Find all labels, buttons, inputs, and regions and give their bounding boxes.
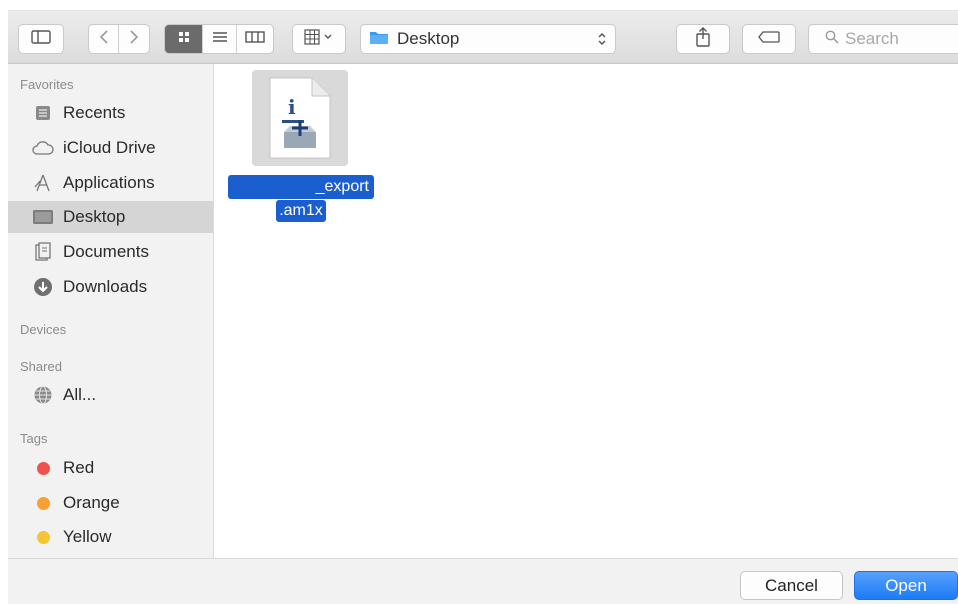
list-view-button[interactable] (203, 25, 237, 53)
column-view-icon (245, 30, 265, 49)
red-tag-dot-icon (37, 461, 50, 475)
sidebar-item-icloud-drive[interactable]: iCloud Drive (8, 132, 213, 164)
group-by-button[interactable] (292, 24, 346, 54)
devices-section-title: Devices (20, 322, 67, 337)
sidebar-item-shared-all[interactable]: All... (8, 379, 213, 411)
sidebar-item-desktop[interactable]: Desktop (8, 201, 213, 233)
sidebar-item-label: Downloads (63, 277, 148, 296)
sidebar: Favorites Recents iCloud Drive Applicati… (8, 64, 214, 558)
chevron-updown-icon (597, 30, 607, 53)
documents-icon (32, 242, 54, 262)
file-name-line1: _export (228, 175, 374, 199)
back-icon (99, 29, 109, 50)
file-browser-content: i _export .am1x (214, 64, 958, 558)
sidebar-toggle-button[interactable] (18, 24, 64, 54)
search-input[interactable] (845, 29, 955, 49)
downloads-icon (32, 277, 54, 297)
share-button[interactable] (676, 24, 730, 54)
document-import-icon: i (264, 76, 336, 165)
sidebar-item-label: Red (63, 458, 95, 477)
sidebar-item-label: Documents (63, 242, 149, 261)
yellow-tag-dot-icon (37, 530, 50, 544)
location-popup[interactable]: Desktop (360, 24, 616, 54)
list-view-icon (212, 30, 228, 49)
sidebar-item-tag-red[interactable]: Red (8, 452, 213, 484)
column-view-button[interactable] (237, 25, 273, 53)
svg-text:i: i (288, 95, 296, 119)
recents-icon (32, 103, 54, 123)
file-name-line2: .am1x (276, 200, 326, 222)
sidebar-item-label: Desktop (63, 207, 126, 226)
orange-tag-dot-icon (37, 496, 50, 510)
tag-button[interactable] (742, 24, 796, 54)
group-icon (302, 28, 336, 50)
tag-icon (757, 30, 781, 49)
forward-button[interactable] (119, 25, 149, 53)
back-forward-control (88, 24, 150, 54)
cloud-icon (32, 138, 54, 158)
open-file-dialog: Desktop Favorites Recents iCloud Drive A… (8, 10, 958, 604)
dialog-footer: Cancel Open (8, 558, 958, 604)
forward-icon (129, 29, 139, 50)
file-thumbnail: i (252, 70, 348, 166)
sidebar-item-label: Recents (63, 103, 126, 122)
search-icon (825, 30, 839, 49)
network-icon (32, 385, 54, 405)
cancel-button[interactable]: Cancel (740, 571, 843, 600)
sidebar-item-label: Orange (63, 493, 120, 512)
sidebar-item-applications[interactable]: Applications (8, 167, 213, 199)
location-label: Desktop (397, 29, 460, 48)
applications-icon (32, 173, 54, 193)
sidebar-item-label: Yellow (63, 527, 112, 546)
view-mode-control (164, 24, 274, 54)
shared-section-title: Shared (20, 359, 62, 374)
sidebar-toggle-icon (31, 29, 51, 50)
sidebar-item-label: All... (63, 385, 97, 404)
tags-section-title: Tags (20, 431, 48, 446)
sidebar-item-downloads[interactable]: Downloads (8, 271, 213, 303)
icon-view-button[interactable] (165, 25, 203, 53)
sidebar-item-tag-yellow[interactable]: Yellow (8, 521, 213, 553)
back-button[interactable] (89, 25, 119, 53)
sidebar-item-recents[interactable]: Recents (8, 97, 213, 129)
open-button[interactable]: Open (854, 571, 958, 600)
sidebar-item-label: iCloud Drive (63, 138, 156, 157)
favorites-section-title: Favorites (20, 77, 74, 92)
search-field[interactable] (808, 24, 958, 54)
sidebar-item-documents[interactable]: Documents (8, 236, 213, 268)
toolbar: Desktop (8, 10, 958, 64)
sidebar-item-label: Applications (63, 173, 155, 192)
sidebar-item-tag-orange[interactable]: Orange (8, 487, 213, 519)
desktop-icon (32, 207, 54, 227)
folder-icon (369, 29, 389, 50)
share-icon (695, 26, 711, 52)
icon-view-icon (177, 30, 191, 49)
